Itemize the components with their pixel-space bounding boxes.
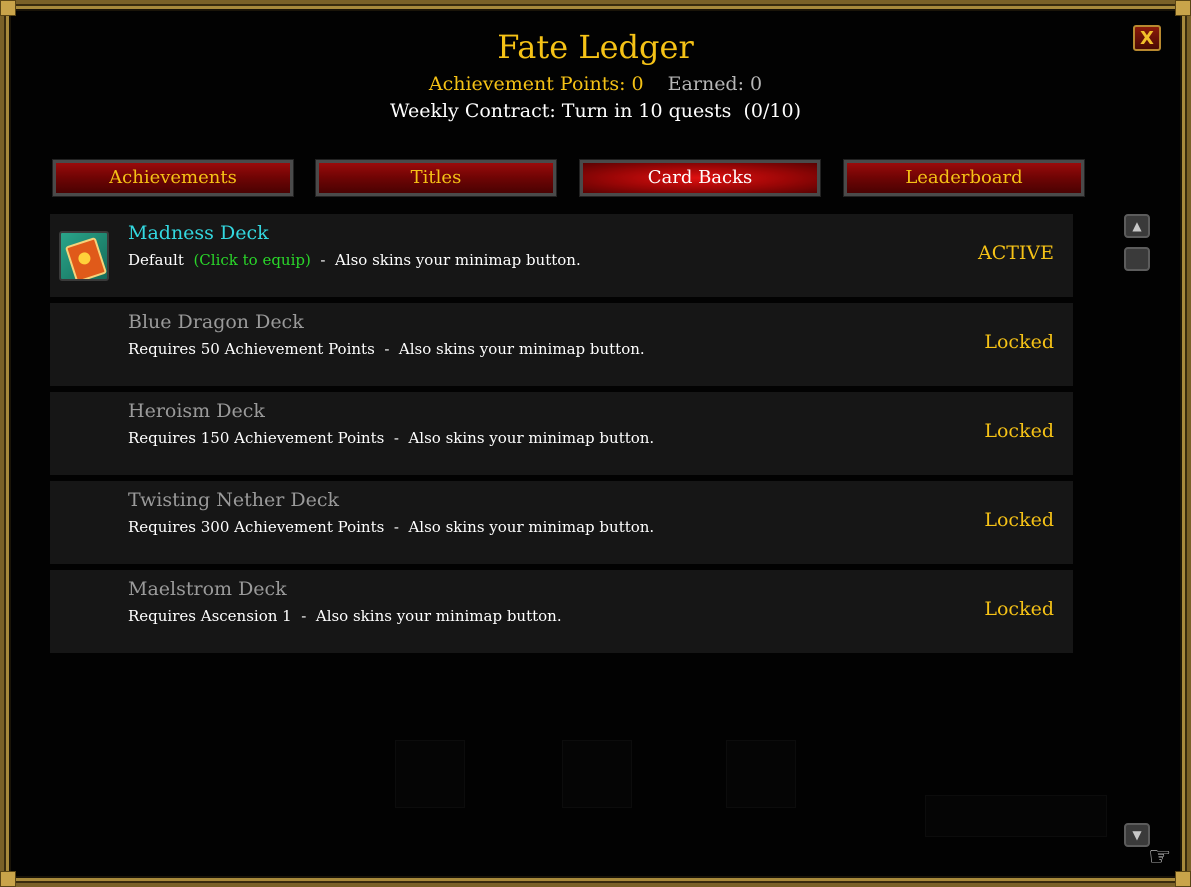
frame-corner-ornament bbox=[1175, 871, 1191, 887]
card-back-suffix: - Also skins your minimap button. bbox=[384, 518, 655, 536]
click-to-equip-hint[interactable]: (Click to equip) bbox=[193, 251, 310, 269]
card-back-requirement: Requires 150 Achievement Points bbox=[128, 429, 385, 447]
card-back-requirement: Requires 50 Achievement Points bbox=[128, 340, 375, 358]
frame-corner-ornament bbox=[0, 871, 16, 887]
madness-deck-icon bbox=[59, 231, 109, 281]
achievement-points-text: Achievement Points: 0 bbox=[428, 73, 644, 95]
tab-card-backs[interactable]: Card Backs bbox=[579, 159, 821, 197]
card-back-status: Locked bbox=[984, 598, 1054, 620]
background-ghost-panel bbox=[395, 740, 465, 808]
card-back-row-maelstrom[interactable]: Maelstrom Deck Requires Ascension 1 - Al… bbox=[50, 570, 1073, 653]
weekly-contract-text: Weekly Contract: Turn in 10 quests (0/10… bbox=[390, 100, 801, 122]
card-back-row-madness[interactable]: Madness Deck Default (Click to equip) - … bbox=[50, 214, 1073, 297]
card-back-suffix: - Also skins your minimap button. bbox=[374, 340, 645, 358]
card-back-name: Heroism Deck bbox=[128, 400, 265, 422]
scroll-up-button[interactable]: ▲ bbox=[1124, 214, 1150, 238]
background-ghost-panel bbox=[925, 795, 1107, 837]
card-back-requirement: Requires Ascension 1 bbox=[128, 607, 292, 625]
card-back-status: ACTIVE bbox=[977, 242, 1054, 264]
card-back-status: Locked bbox=[984, 509, 1054, 531]
card-back-name: Twisting Nether Deck bbox=[128, 489, 339, 511]
card-back-row-blue-dragon[interactable]: Blue Dragon Deck Requires 50 Achievement… bbox=[50, 303, 1073, 386]
card-back-status: Locked bbox=[984, 420, 1054, 442]
scroll-thumb[interactable] bbox=[1124, 247, 1150, 271]
window-title: Fate Ledger bbox=[497, 28, 694, 66]
card-back-suffix: - Also skins your minimap button. bbox=[310, 251, 581, 269]
frame-corner-ornament bbox=[0, 0, 16, 16]
tab-titles[interactable]: Titles bbox=[315, 159, 557, 197]
earned-text: Earned: 0 bbox=[667, 73, 763, 95]
card-back-suffix: - Also skins your minimap button. bbox=[291, 607, 562, 625]
card-back-name: Madness Deck bbox=[128, 222, 269, 244]
card-back-description: Requires Ascension 1 - Also skins your m… bbox=[128, 607, 562, 625]
card-back-description: Requires 50 Achievement Points - Also sk… bbox=[128, 340, 645, 358]
background-ghost-panel bbox=[562, 740, 632, 808]
card-back-status: Locked bbox=[984, 331, 1054, 353]
tab-leaderboard[interactable]: Leaderboard bbox=[843, 159, 1085, 197]
tab-achievements[interactable]: Achievements bbox=[52, 159, 294, 197]
gauntlet-cursor-icon: ☞ bbox=[1148, 842, 1172, 872]
frame-corner-ornament bbox=[1175, 0, 1191, 16]
scroll-down-button[interactable]: ▼ bbox=[1124, 823, 1150, 847]
card-back-requirement: Requires 300 Achievement Points bbox=[128, 518, 385, 536]
arrow-up-icon: ▲ bbox=[1132, 219, 1142, 233]
card-back-description: Default (Click to equip) - Also skins yo… bbox=[128, 251, 581, 269]
card-back-name: Maelstrom Deck bbox=[128, 578, 287, 600]
card-back-requirement: Default bbox=[128, 251, 184, 269]
card-back-name: Blue Dragon Deck bbox=[128, 311, 304, 333]
card-back-description: Requires 300 Achievement Points - Also s… bbox=[128, 518, 654, 536]
card-back-description: Requires 150 Achievement Points - Also s… bbox=[128, 429, 654, 447]
card-back-suffix: - Also skins your minimap button. bbox=[384, 429, 655, 447]
card-back-row-twisting-nether[interactable]: Twisting Nether Deck Requires 300 Achiev… bbox=[50, 481, 1073, 564]
background-ghost-panel bbox=[726, 740, 796, 808]
points-line: Achievement Points: 0 Earned: 0 bbox=[0, 73, 1191, 95]
arrow-down-icon: ▼ bbox=[1132, 828, 1142, 842]
card-back-row-heroism[interactable]: Heroism Deck Requires 150 Achievement Po… bbox=[50, 392, 1073, 475]
